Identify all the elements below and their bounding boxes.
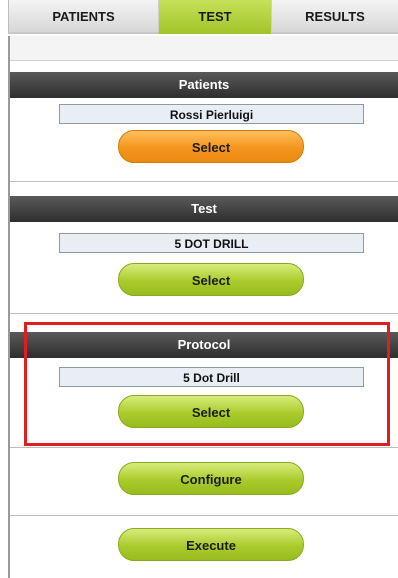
test-panel: Patients Rossi Pierluigi Select Test 5 D… bbox=[8, 36, 398, 578]
configure-section: Configure bbox=[10, 448, 398, 516]
protocol-name-field: 5 Dot Drill bbox=[59, 367, 364, 387]
patients-section: Patients Rossi Pierluigi Select bbox=[10, 72, 398, 182]
tab-results[interactable]: RESULTS bbox=[271, 0, 398, 34]
select-protocol-button[interactable]: Select bbox=[118, 395, 304, 428]
panel-top-strip bbox=[10, 36, 398, 61]
protocol-section: Protocol 5 Dot Drill Select bbox=[10, 332, 398, 448]
execute-section: Execute bbox=[10, 516, 398, 578]
patients-section-header: Patients bbox=[10, 72, 398, 98]
select-test-button[interactable]: Select bbox=[118, 263, 304, 296]
select-patient-button[interactable]: Select bbox=[118, 130, 304, 163]
app-window: PATIENTS TEST RESULTS Patients Rossi Pie… bbox=[0, 0, 398, 578]
tab-patients[interactable]: PATIENTS bbox=[8, 0, 158, 34]
configure-button[interactable]: Configure bbox=[118, 462, 304, 495]
execute-button[interactable]: Execute bbox=[118, 528, 304, 561]
test-name-field: 5 DOT DRILL bbox=[59, 233, 364, 253]
protocol-section-header: Protocol bbox=[10, 332, 398, 358]
test-section-header: Test bbox=[10, 196, 398, 222]
tab-bar: PATIENTS TEST RESULTS bbox=[0, 0, 398, 36]
patient-name-field: Rossi Pierluigi bbox=[59, 104, 364, 124]
test-section: Test 5 DOT DRILL Select bbox=[10, 196, 398, 314]
tab-test[interactable]: TEST bbox=[158, 0, 271, 34]
